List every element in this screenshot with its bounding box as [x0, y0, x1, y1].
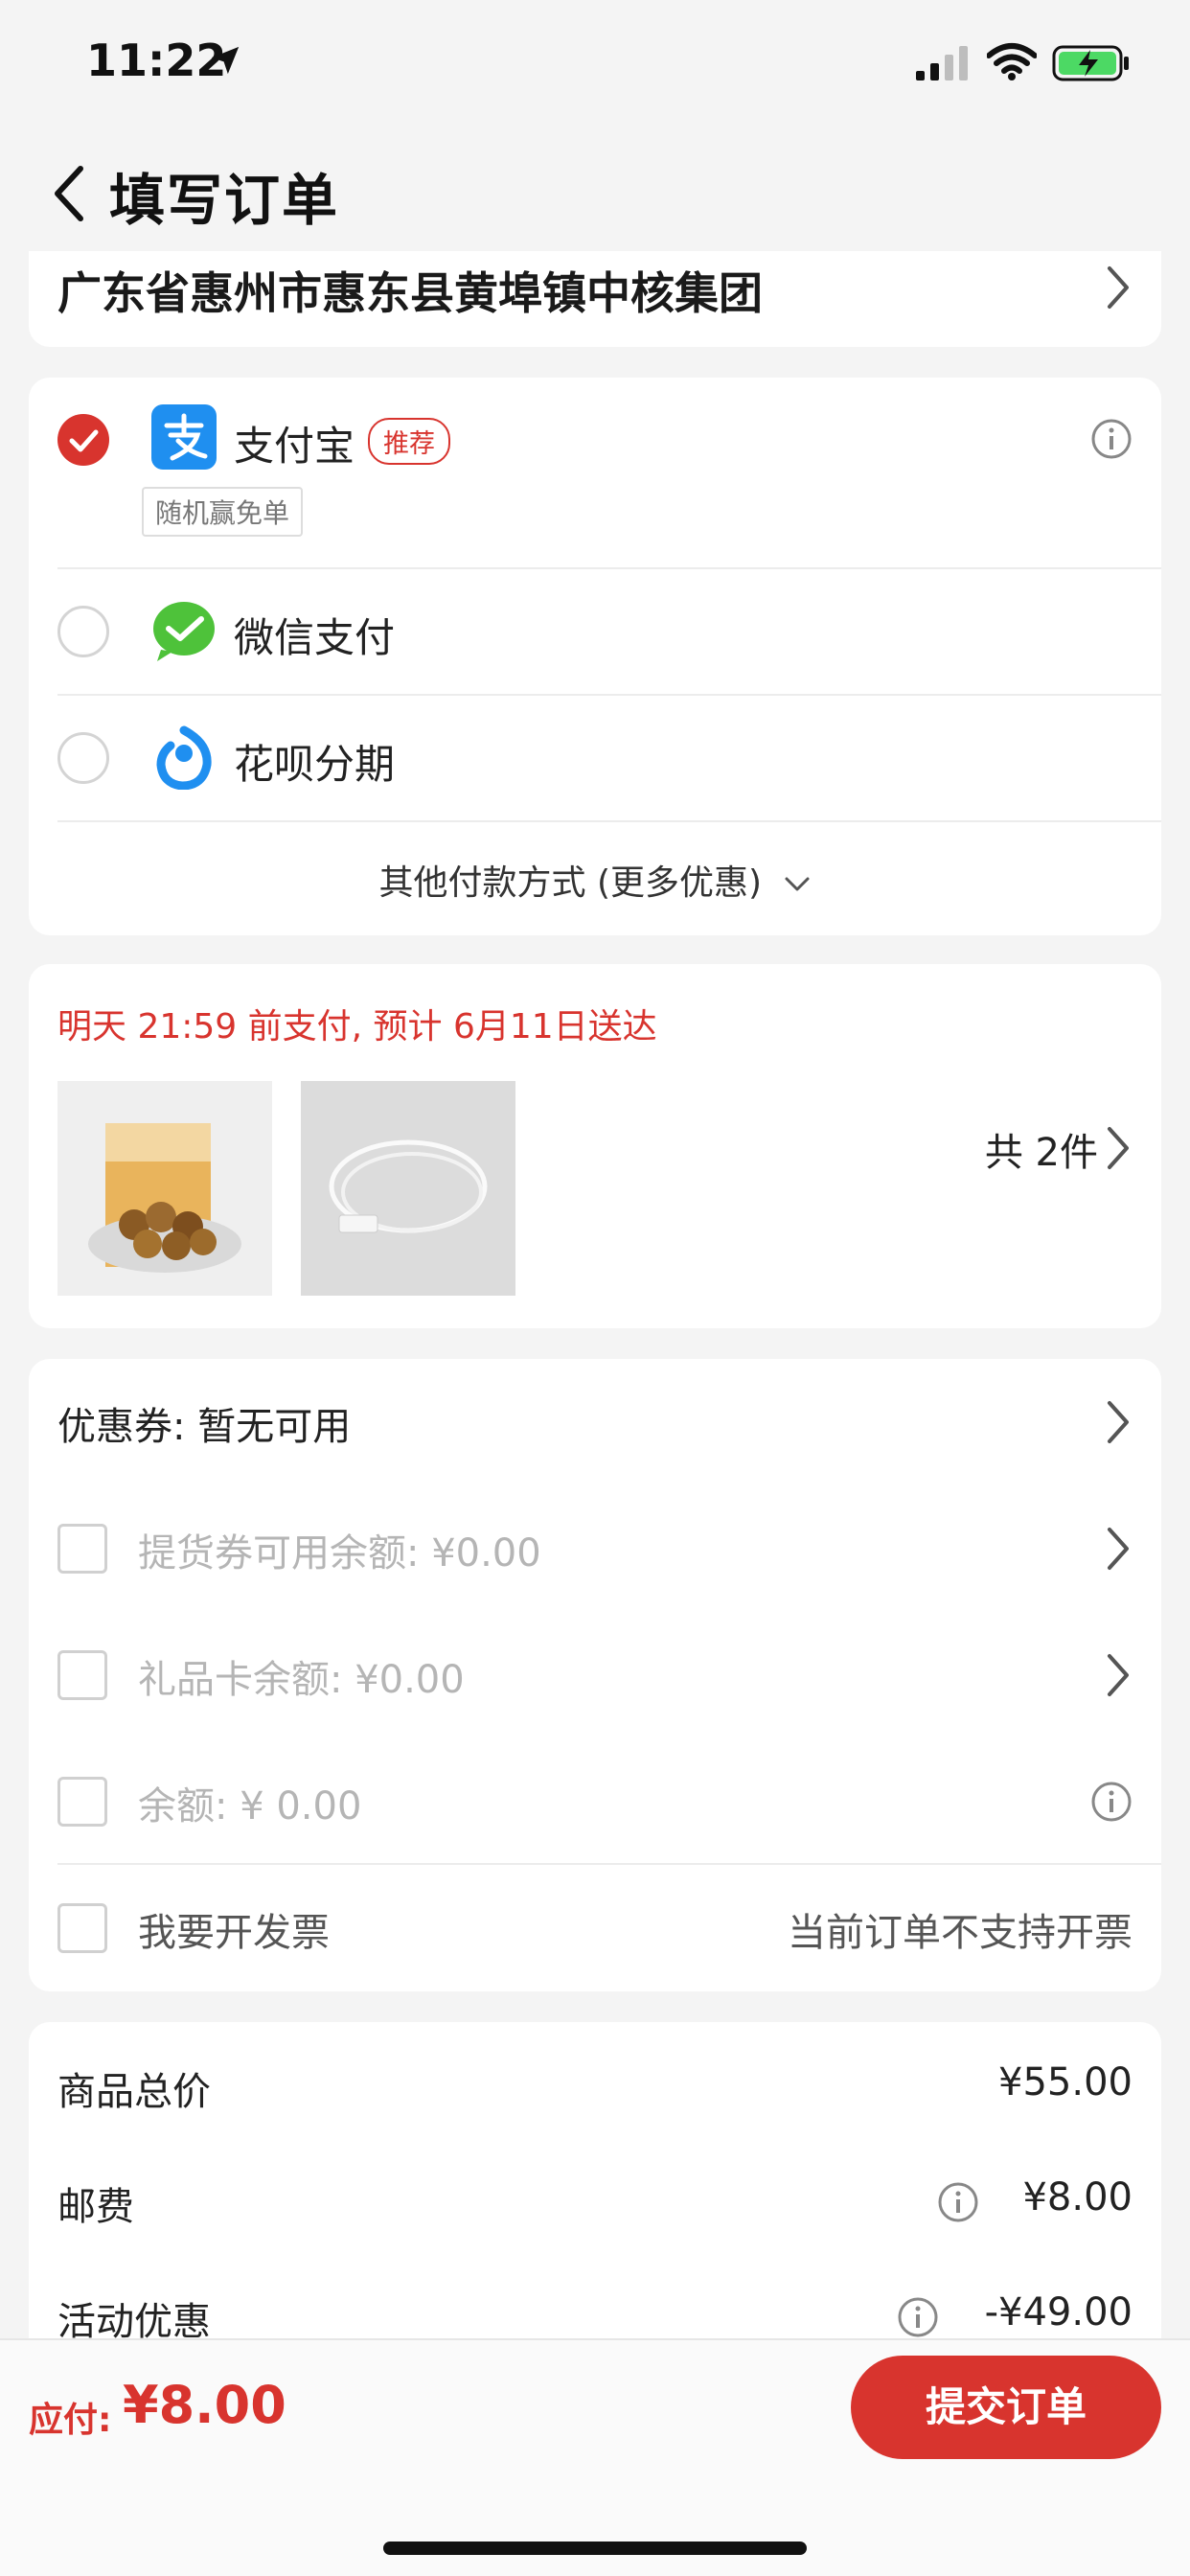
payment-label: 花呗分期	[234, 741, 396, 788]
chevron-right-icon	[1108, 1127, 1129, 1169]
price-summary-card: 商品总价 ¥55.00 邮费 ¥8.00 活动优惠 -¥49.00	[29, 2022, 1161, 2344]
giftcard-balance-row[interactable]: 礼品卡余额: ¥0.00	[29, 1612, 1161, 1738]
invoice-note: 当前订单不支持开票	[788, 1911, 1133, 1955]
status-time: 11:22	[86, 34, 227, 86]
usb-cable-product-image	[301, 1081, 515, 1296]
checkmark-icon	[69, 429, 99, 452]
account-balance-label: 余额: ¥ 0.00	[138, 1784, 362, 1828]
summary-value: ¥55.00	[998, 2060, 1133, 2104]
submit-order-button[interactable]: 提交订单	[851, 2356, 1161, 2459]
huabei-icon	[156, 725, 212, 790]
home-indicator[interactable]	[383, 2542, 807, 2555]
chevron-right-icon	[1108, 266, 1129, 309]
payment-option-wechat[interactable]: 微信支付	[29, 569, 1161, 696]
amount-due-label: 应付:	[29, 2401, 112, 2440]
delivery-notice: 明天 21:59 前支付, 预计 6月11日送达	[57, 1007, 657, 1046]
summary-value: -¥49.00	[984, 2290, 1133, 2334]
payment-option-huabei[interactable]: 花呗分期	[29, 696, 1161, 822]
summary-value: ¥8.00	[1022, 2175, 1133, 2220]
payment-option-alipay[interactable]: 支付宝 推荐 随机赢免单	[29, 378, 1161, 569]
radio-selected[interactable]	[57, 414, 109, 466]
status-bar: 11:22	[0, 0, 1190, 134]
coupon-label: 优惠券: 暂无可用	[57, 1405, 352, 1449]
wechat-pay-icon	[153, 602, 215, 661]
product-thumbnail-cable[interactable]	[301, 1081, 515, 1296]
voucher-balance-row[interactable]: 提货券可用余额: ¥0.00	[29, 1485, 1161, 1612]
battery-charging-icon	[1052, 45, 1129, 81]
chevron-right-icon	[1108, 1528, 1129, 1570]
checkout-bar: 应付: ¥8.00 提交订单	[0, 2338, 1190, 2576]
info-icon[interactable]	[937, 2181, 979, 2223]
delivery-card[interactable]: 明天 21:59 前支付, 预计 6月11日送达 共 2件	[29, 964, 1161, 1328]
payment-label: 微信支付	[234, 614, 396, 661]
voucher-checkbox[interactable]	[57, 1524, 107, 1574]
chevron-right-icon	[1108, 1654, 1129, 1696]
voucher-balance-label: 提货券可用余额: ¥0.00	[138, 1531, 541, 1576]
summary-row-subtotal: 商品总价 ¥55.00	[29, 2051, 1161, 2128]
payment-label: 支付宝	[234, 423, 355, 470]
radio-unselected[interactable]	[57, 732, 109, 784]
other-payment-label: 其他付款方式 (更多优惠)	[378, 863, 763, 903]
info-icon[interactable]	[1090, 418, 1133, 460]
giftcard-balance-label: 礼品卡余额: ¥0.00	[138, 1658, 465, 1702]
balance-checkbox[interactable]	[57, 1777, 107, 1827]
address-card[interactable]: 广东省惠州市惠东县黄埠镇中核集团	[29, 251, 1161, 347]
cellular-signal-icon	[916, 46, 968, 80]
page-title: 填写订单	[109, 168, 340, 233]
coupon-row[interactable]: 优惠券: 暂无可用	[29, 1359, 1161, 1485]
chestnut-product-image	[88, 1123, 241, 1273]
invoice-checkbox[interactable]	[57, 1903, 107, 1953]
invoice-label: 我要开发票	[138, 1911, 330, 1955]
product-thumbnail-chestnut[interactable]	[57, 1081, 272, 1296]
other-payment-methods[interactable]: 其他付款方式 (更多优惠)	[29, 855, 1161, 905]
chevron-right-icon	[1108, 1401, 1129, 1443]
summary-label: 邮费	[57, 2185, 134, 2229]
item-count: 共 2件	[984, 1131, 1098, 1175]
info-icon[interactable]	[897, 2296, 939, 2338]
giftcard-checkbox[interactable]	[57, 1650, 107, 1700]
alipay-icon	[151, 404, 217, 470]
amount-due-value: ¥8.00	[123, 2375, 286, 2435]
divider	[57, 820, 1161, 822]
account-balance-row[interactable]: 余额: ¥ 0.00	[29, 1738, 1161, 1865]
chevron-down-icon	[785, 877, 809, 891]
summary-label: 商品总价	[57, 2070, 211, 2114]
wifi-icon	[987, 43, 1037, 80]
summary-row-shipping: 邮费 ¥8.00	[29, 2166, 1161, 2242]
payment-methods-card: 支付宝 推荐 随机赢免单 微信支付 花呗分期 其他付款方式 (更多优惠)	[29, 378, 1161, 935]
discounts-card: 优惠券: 暂无可用 提货券可用余额: ¥0.00 礼品卡余额: ¥0.00 余额…	[29, 1359, 1161, 1991]
invoice-row[interactable]: 我要开发票 当前订单不支持开票	[29, 1865, 1161, 1991]
back-arrow-icon[interactable]	[50, 163, 88, 224]
address-text: 广东省惠州市惠东县黄埠镇中核集团	[57, 267, 763, 319]
nav-bar: 填写订单	[0, 134, 1190, 249]
location-arrow-icon	[211, 46, 240, 75]
recommended-badge: 推荐	[368, 418, 450, 465]
promo-tag: 随机赢免单	[142, 487, 304, 537]
info-icon[interactable]	[1090, 1781, 1133, 1823]
radio-unselected[interactable]	[57, 606, 109, 657]
